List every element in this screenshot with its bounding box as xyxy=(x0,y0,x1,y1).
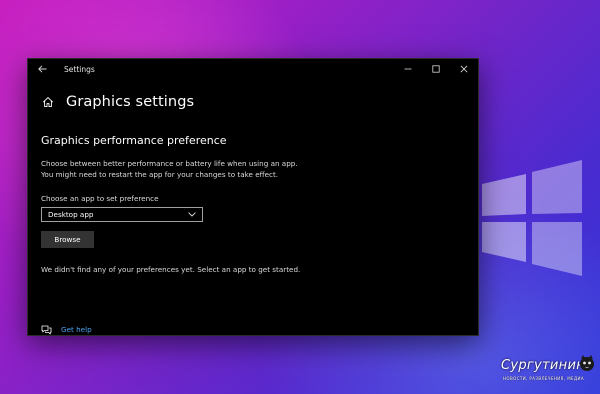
get-help-row[interactable]: Get help xyxy=(41,324,92,335)
windows-logo xyxy=(482,160,582,276)
close-icon xyxy=(460,65,468,73)
empty-preferences-notice: We didn't find any of your preferences y… xyxy=(41,265,301,274)
section-title: Graphics performance preference xyxy=(41,134,227,147)
window-controls xyxy=(394,59,478,79)
desktop: Settings Graphics settings Graphics perf… xyxy=(0,0,600,394)
app-type-dropdown[interactable]: Desktop app xyxy=(41,207,203,222)
settings-content: Graphics settings Graphics performance p… xyxy=(28,92,478,274)
cat-logo-icon xyxy=(580,355,594,371)
description-line-2: You might need to restart the app for yo… xyxy=(41,170,279,179)
site-watermark: Сургутинин НОВОСТИ, РАЗВЛЕЧЕНИЯ, МЕДИА xyxy=(497,354,596,390)
get-help-link[interactable]: Get help xyxy=(61,325,92,334)
browse-button[interactable]: Browse xyxy=(41,231,94,248)
home-icon[interactable] xyxy=(41,95,55,109)
minimize-button[interactable] xyxy=(394,59,422,79)
help-chat-icon xyxy=(41,324,52,335)
app-selector-label: Choose an app to set preference xyxy=(41,194,159,203)
title-bar: Settings xyxy=(28,59,478,79)
maximize-icon xyxy=(432,65,440,73)
window-title: Settings xyxy=(64,64,95,74)
close-button[interactable] xyxy=(450,59,478,79)
page-header: Graphics settings xyxy=(41,92,478,112)
chevron-down-icon xyxy=(188,212,196,217)
minimize-icon xyxy=(404,68,412,70)
watermark-brand: Сургутинин xyxy=(501,358,586,373)
page-title: Graphics settings xyxy=(66,94,195,110)
settings-window: Settings Graphics settings Graphics perf… xyxy=(27,58,479,336)
watermark-tagline: НОВОСТИ, РАЗВЛЕЧЕНИЯ, МЕДИА xyxy=(503,376,585,381)
maximize-button[interactable] xyxy=(422,59,450,79)
back-arrow-icon xyxy=(37,65,46,73)
back-button[interactable] xyxy=(30,59,54,79)
description-line-1: Choose between better performance or bat… xyxy=(41,159,298,168)
dropdown-selected-value: Desktop app xyxy=(48,210,94,219)
section-description: Choose between better performance or bat… xyxy=(41,158,478,180)
